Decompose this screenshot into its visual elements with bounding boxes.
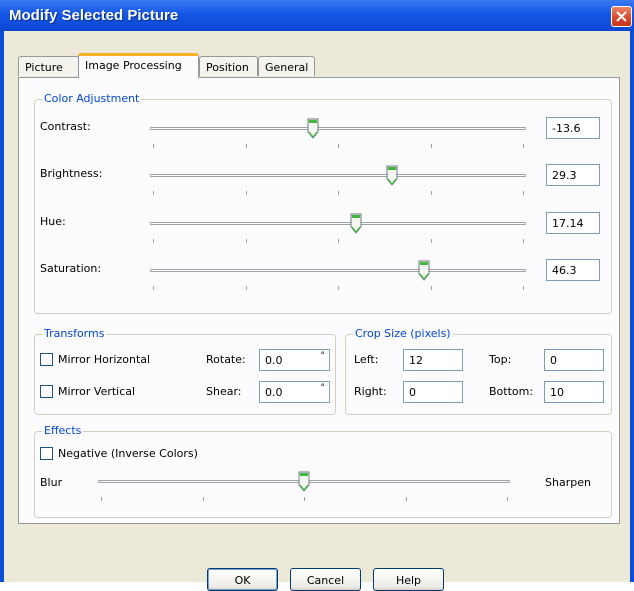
- crop-bottom-label: Bottom:: [489, 385, 534, 398]
- crop-left-label: Left:: [354, 353, 379, 366]
- rotate-value: 0.0: [265, 354, 283, 367]
- slider-tick: [523, 144, 524, 148]
- color-adjustment-group: Color Adjustment Contrast: -13.6 Brightn…: [34, 92, 612, 314]
- cancel-button[interactable]: Cancel: [290, 568, 361, 591]
- hue-label: Hue:: [40, 215, 66, 228]
- slider-tick: [246, 239, 247, 243]
- mirror-vertical-label[interactable]: Mirror Vertical: [58, 385, 135, 398]
- close-button[interactable]: [611, 6, 632, 27]
- slider-thumb-icon[interactable]: [386, 165, 398, 186]
- rotate-unit: °: [320, 351, 326, 361]
- window-title: Modify Selected Picture: [9, 7, 179, 24]
- slider-tick: [153, 286, 154, 290]
- mirror-horizontal-checkbox[interactable]: [40, 353, 53, 366]
- slider-track: [150, 269, 526, 272]
- transforms-title: Transforms: [42, 327, 107, 340]
- sharpen-label: Sharpen: [545, 476, 591, 489]
- slider-tick: [338, 239, 339, 243]
- slider-tick: [246, 144, 247, 148]
- slider-thumb-icon[interactable]: [298, 471, 310, 492]
- ok-button[interactable]: OK: [207, 568, 278, 591]
- negative-checkbox[interactable]: [40, 447, 53, 460]
- slider-track: [150, 222, 526, 225]
- rotate-field[interactable]: 0.0 °: [259, 349, 330, 371]
- slider-thumb-icon[interactable]: [350, 213, 362, 234]
- dialog-window: Modify Selected Picture Picture Image Pr…: [0, 0, 634, 591]
- slider-tick: [153, 191, 154, 195]
- image-processing-panel: Color Adjustment Contrast: -13.6 Brightn…: [18, 77, 620, 524]
- slider-tick: [153, 239, 154, 243]
- saturation-slider[interactable]: [150, 260, 526, 302]
- mirror-vertical-checkbox[interactable]: [40, 385, 53, 398]
- contrast-field[interactable]: -13.6: [546, 117, 600, 139]
- slider-tick: [431, 286, 432, 290]
- title-bar[interactable]: Modify Selected Picture: [0, 0, 634, 31]
- slider-tick: [431, 144, 432, 148]
- tab-general[interactable]: General: [258, 56, 315, 76]
- contrast-slider[interactable]: [150, 118, 526, 160]
- tab-picture[interactable]: Picture: [18, 56, 80, 76]
- crop-top-label: Top:: [489, 353, 512, 366]
- blur-sharpen-slider[interactable]: [98, 471, 510, 513]
- slider-tick: [338, 191, 339, 195]
- brightness-slider[interactable]: [150, 165, 526, 207]
- tab-label: Image Processing: [85, 59, 182, 72]
- saturation-field[interactable]: 46.3: [546, 259, 600, 281]
- tab-label: Position: [206, 61, 249, 74]
- shear-field[interactable]: 0.0 °: [259, 381, 330, 403]
- crop-top-field[interactable]: 0: [544, 349, 604, 371]
- hue-slider[interactable]: [150, 213, 526, 255]
- slider-tick: [406, 497, 407, 501]
- hue-field[interactable]: 17.14: [546, 212, 600, 234]
- effects-title: Effects: [42, 424, 84, 437]
- transforms-group: Transforms Mirror Horizontal Mirror Vert…: [34, 327, 336, 415]
- tab-position[interactable]: Position: [199, 56, 258, 76]
- tab-image-processing[interactable]: Image Processing: [78, 53, 199, 78]
- shear-unit: °: [320, 383, 326, 393]
- brightness-label: Brightness:: [40, 167, 103, 180]
- crop-right-label: Right:: [354, 385, 387, 398]
- crop-size-title: Crop Size (pixels): [353, 327, 453, 340]
- slider-tick: [523, 286, 524, 290]
- tab-label: General: [265, 61, 309, 74]
- tab-label: Picture: [25, 61, 63, 74]
- slider-tick: [246, 286, 247, 290]
- slider-tick: [507, 497, 508, 501]
- slider-tick: [523, 191, 524, 195]
- slider-tick: [338, 286, 339, 290]
- slider-tick: [304, 497, 305, 501]
- slider-track: [150, 174, 526, 177]
- effects-group: Effects Negative (Inverse Colors) Blur S…: [34, 424, 612, 518]
- brightness-field[interactable]: 29.3: [546, 164, 600, 186]
- shear-value: 0.0: [265, 386, 283, 399]
- negative-label[interactable]: Negative (Inverse Colors): [58, 447, 198, 460]
- slider-tick: [101, 497, 102, 501]
- slider-tick: [153, 144, 154, 148]
- slider-tick: [246, 191, 247, 195]
- close-icon: [616, 11, 627, 22]
- rotate-label: Rotate:: [206, 353, 246, 366]
- slider-tick: [523, 239, 524, 243]
- crop-bottom-field[interactable]: 10: [544, 381, 604, 403]
- blur-label: Blur: [40, 476, 63, 489]
- slider-tick: [203, 497, 204, 501]
- mirror-horizontal-label[interactable]: Mirror Horizontal: [58, 353, 150, 366]
- slider-tick: [338, 144, 339, 148]
- help-button[interactable]: Help: [373, 568, 444, 591]
- saturation-label: Saturation:: [40, 262, 102, 275]
- dialog-client-area: Picture Image Processing Position Genera…: [4, 31, 630, 591]
- slider-tick: [431, 191, 432, 195]
- crop-size-group: Crop Size (pixels) Left: 12 Top: 0 Right…: [345, 327, 612, 415]
- slider-thumb-icon[interactable]: [418, 260, 430, 281]
- slider-track: [150, 127, 526, 130]
- contrast-label: Contrast:: [40, 120, 91, 133]
- crop-right-field[interactable]: 0: [403, 381, 463, 403]
- color-adjustment-title: Color Adjustment: [42, 92, 142, 105]
- crop-left-field[interactable]: 12: [403, 349, 463, 371]
- shear-label: Shear:: [206, 385, 242, 398]
- slider-thumb-icon[interactable]: [307, 118, 319, 139]
- slider-tick: [431, 239, 432, 243]
